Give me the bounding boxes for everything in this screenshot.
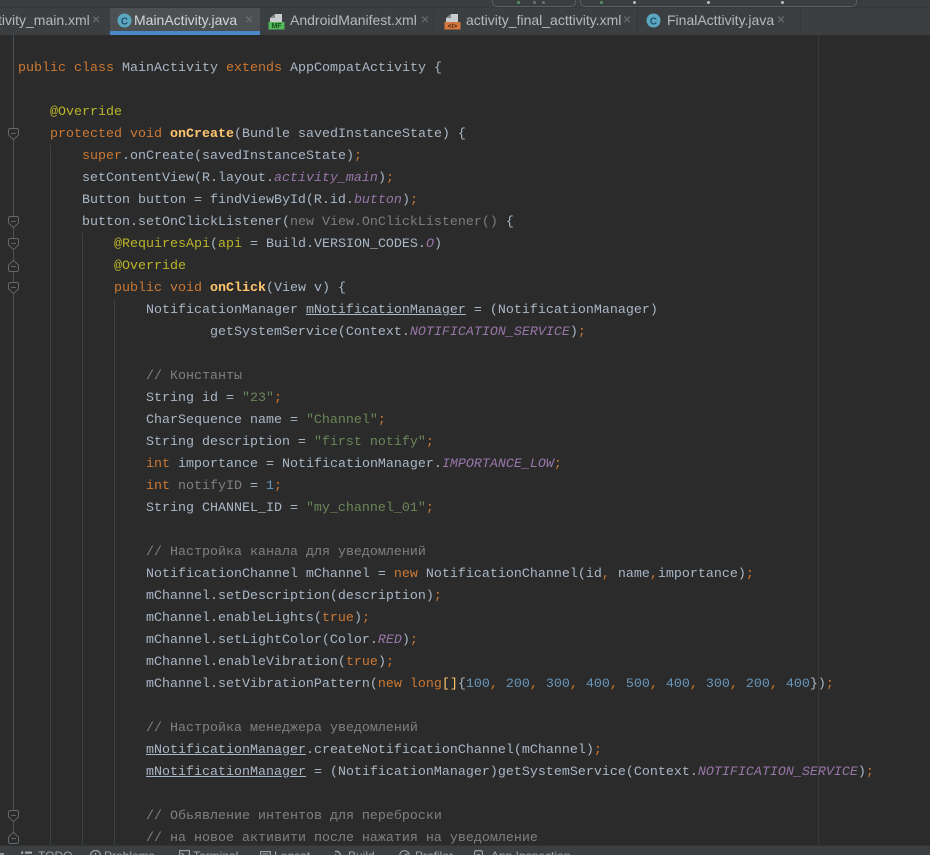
svg-text:</>: </>: [448, 23, 458, 30]
svg-text:MF: MF: [271, 23, 282, 30]
svg-text:C: C: [650, 17, 657, 28]
svg-text:C: C: [121, 17, 128, 28]
